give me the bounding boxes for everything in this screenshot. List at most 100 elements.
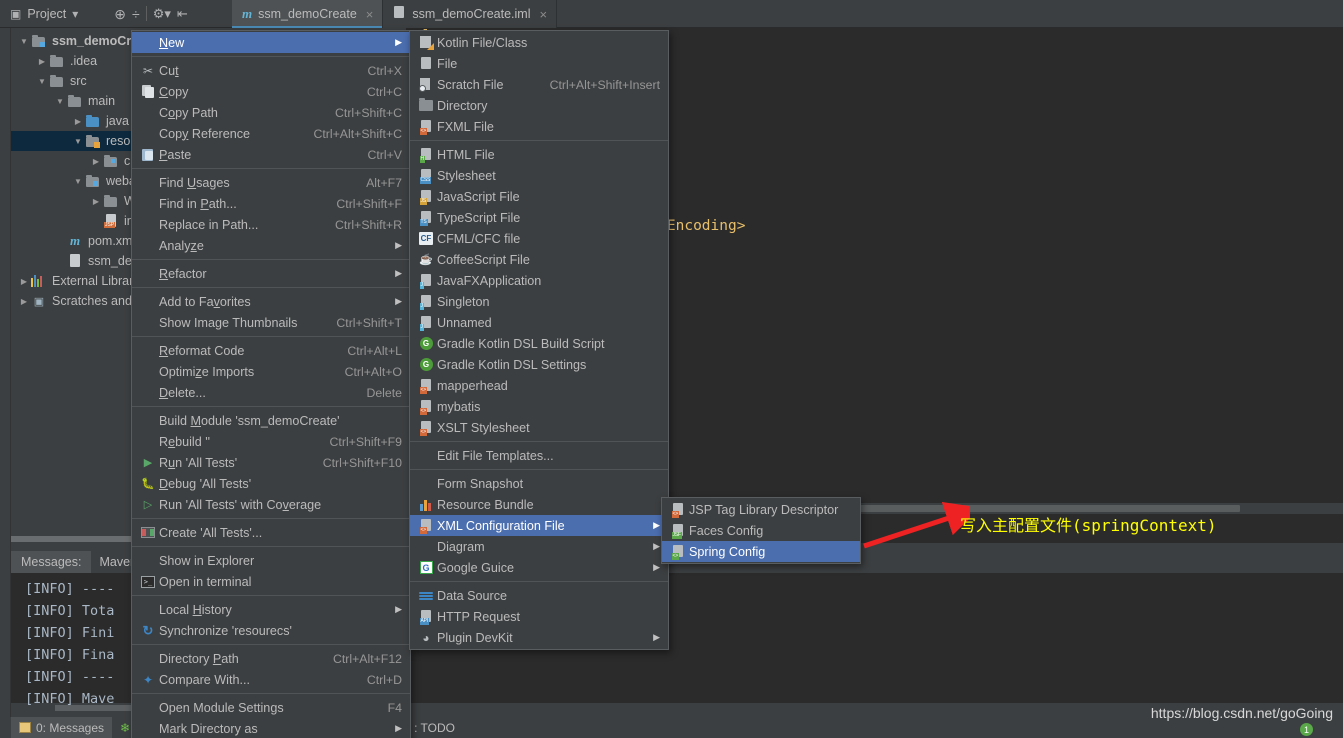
menu-item[interactable]: <> mybatis xyxy=(410,396,668,417)
crosshair-icon[interactable]: ⊕ xyxy=(114,7,126,21)
menu-item[interactable]: <> XSLT Stylesheet xyxy=(410,417,668,438)
menu-item[interactable]: Data Source xyxy=(410,585,668,606)
menu-item[interactable]: Kotlin File/Class xyxy=(410,32,668,53)
menu-item[interactable]: J Unnamed xyxy=(410,312,668,333)
chevron-down-icon[interactable]: ▼ xyxy=(71,177,85,186)
menu-item[interactable]: >_ Open in terminal xyxy=(132,571,410,592)
menu-item[interactable]: J JavaFXApplication xyxy=(410,270,668,291)
menu-item-shortcut: Ctrl+D xyxy=(366,672,402,687)
chevron-down-icon[interactable]: ▾ xyxy=(72,8,78,20)
menu-item[interactable]: ✦ Compare With... Ctrl+D xyxy=(132,669,410,690)
menu-item-no-icon xyxy=(139,35,157,51)
menu-item-no-icon xyxy=(139,385,157,401)
menu-item[interactable]: G Gradle Kotlin DSL Build Script xyxy=(410,333,668,354)
module-file-icon xyxy=(67,254,83,268)
menu-item[interactable]: <> JSP Tag Library Descriptor xyxy=(662,499,860,520)
menu-item[interactable]: Optimize Imports Ctrl+Alt+O xyxy=(132,361,410,382)
menu-item[interactable]: Create 'All Tests'... xyxy=(132,522,410,543)
close-icon[interactable]: × xyxy=(366,7,374,22)
chevron-right-icon[interactable]: ▶ xyxy=(89,197,103,206)
menu-item-shortcut: Ctrl+Shift+T xyxy=(336,315,402,330)
statusbar-todo-tab[interactable]: : TODO xyxy=(406,717,463,738)
menu-item[interactable]: Diagram ▶ xyxy=(410,536,668,557)
menu-item[interactable]: Find Usages Alt+F7 xyxy=(132,172,410,193)
menu-item[interactable]: 🐛 Debug 'All Tests' xyxy=(132,473,410,494)
menu-item[interactable]: ▶ Run 'All Tests' Ctrl+Shift+F10 xyxy=(132,452,410,473)
menu-item[interactable]: Replace in Path... Ctrl+Shift+R xyxy=(132,214,410,235)
scratches-icon: ▣ xyxy=(33,295,45,308)
menu-item[interactable]: Copy Path Ctrl+Shift+C xyxy=(132,102,410,123)
menu-item[interactable]: G Google Guice ▶ xyxy=(410,557,668,578)
chevron-down-icon[interactable]: ▼ xyxy=(35,77,49,86)
menu-item[interactable]: ◕ Plugin DevKit ▶ xyxy=(410,627,668,648)
chevron-right-icon[interactable]: ▶ xyxy=(17,277,31,286)
chevron-down-icon[interactable]: ▼ xyxy=(71,137,85,146)
menu-item[interactable]: H HTML File xyxy=(410,144,668,165)
directory-icon xyxy=(417,98,435,114)
menu-item[interactable]: TS TypeScript File xyxy=(410,207,668,228)
menu-item[interactable]: ☕ CoffeeScript File xyxy=(410,249,668,270)
chevron-right-icon[interactable]: ▶ xyxy=(35,57,49,66)
menu-item[interactable]: <> mapperhead xyxy=(410,375,668,396)
menu-item[interactable]: J Singleton xyxy=(410,291,668,312)
menu-item[interactable]: Analyze ▶ xyxy=(132,235,410,256)
menu-item[interactable]: Show in Explorer xyxy=(132,550,410,571)
menu-item[interactable]: Local History ▶ xyxy=(132,599,410,620)
menu-item[interactable]: Find in Path... Ctrl+Shift+F xyxy=(132,193,410,214)
menu-item[interactable]: Mark Directory as ▶ xyxy=(132,718,410,738)
project-toolbar-group: ▣ Project ▾ ⊕ ÷ ⚙▾ ⇤ xyxy=(0,0,232,27)
chevron-right-icon[interactable]: ▶ xyxy=(17,297,31,306)
menu-item[interactable]: API HTTP Request xyxy=(410,606,668,627)
menu-item[interactable]: New ▶ xyxy=(132,32,410,53)
menu-item[interactable]: Copy Ctrl+C xyxy=(132,81,410,102)
close-icon[interactable]: × xyxy=(539,7,547,22)
menu-item[interactable]: JS JavaScript File xyxy=(410,186,668,207)
menu-item[interactable]: Add to Favorites ▶ xyxy=(132,291,410,312)
menu-item[interactable]: JSF Faces Config xyxy=(662,520,860,541)
chevron-right-icon[interactable]: ▶ xyxy=(71,117,85,126)
menu-item[interactable]: Directory Path Ctrl+Alt+F12 xyxy=(132,648,410,669)
menu-item[interactable]: <> XML Configuration File ▶ xyxy=(410,515,668,536)
chevron-right-icon: ▶ xyxy=(653,520,660,530)
menu-item[interactable]: Rebuild '' Ctrl+Shift+F9 xyxy=(132,431,410,452)
menu-item[interactable]: Edit File Templates... xyxy=(410,445,668,466)
project-label[interactable]: Project xyxy=(27,7,66,21)
menu-item-label: Gradle Kotlin DSL Build Script xyxy=(437,336,605,351)
menu-item[interactable]: Copy Reference Ctrl+Alt+Shift+C xyxy=(132,123,410,144)
menu-item[interactable]: <> FXML File xyxy=(410,116,668,137)
compare-icon: ✦ xyxy=(142,672,154,687)
hide-panel-icon[interactable]: ⇤ xyxy=(177,7,188,20)
chevron-down-icon[interactable]: ▼ xyxy=(17,37,31,46)
menu-item[interactable]: File xyxy=(410,53,668,74)
spring-file-icon: <> xyxy=(669,544,687,560)
menu-item[interactable]: Refactor ▶ xyxy=(132,263,410,284)
menu-item[interactable]: ↻ Synchronize 'resourecs' xyxy=(132,620,410,641)
menu-item[interactable]: ✂ Cut Ctrl+X xyxy=(132,60,410,81)
menu-item[interactable]: Resource Bundle xyxy=(410,494,668,515)
file-icon xyxy=(417,56,435,72)
menu-item[interactable]: Paste Ctrl+V xyxy=(132,144,410,165)
editor-tab[interactable]: ssm_demoCreate.iml × xyxy=(383,0,558,28)
menu-item[interactable]: Build Module 'ssm_demoCreate' xyxy=(132,410,410,431)
menu-item[interactable]: CF CFML/CFC file xyxy=(410,228,668,249)
menu-item[interactable]: <> Spring Config xyxy=(662,541,860,562)
menu-item[interactable]: Form Snapshot xyxy=(410,473,668,494)
collapse-all-icon[interactable]: ÷ xyxy=(132,7,140,21)
menu-item-shortcut: F4 xyxy=(387,700,402,715)
menu-item[interactable]: Delete... Delete xyxy=(132,382,410,403)
editor-tab[interactable]: m ssm_demoCreate × xyxy=(232,0,384,28)
menu-item[interactable]: Reformat Code Ctrl+Alt+L xyxy=(132,340,410,361)
menu-item[interactable]: Open Module Settings F4 xyxy=(132,697,410,718)
menu-item[interactable]: Scratch File Ctrl+Alt+Shift+Insert xyxy=(410,74,668,95)
gear-icon[interactable]: ⚙▾ xyxy=(153,7,171,20)
menu-item[interactable]: Show Image Thumbnails Ctrl+Shift+T xyxy=(132,312,410,333)
chevron-down-icon[interactable]: ▼ xyxy=(53,97,67,106)
menu-item-no-icon xyxy=(139,126,157,142)
menu-item-label: Open in terminal xyxy=(159,574,252,589)
chevron-right-icon[interactable]: ▶ xyxy=(89,157,103,166)
menu-item[interactable]: G Gradle Kotlin DSL Settings xyxy=(410,354,668,375)
menu-item[interactable]: ▷ Run 'All Tests' with Coverage xyxy=(132,494,410,515)
menu-item[interactable]: Directory xyxy=(410,95,668,116)
menu-item[interactable]: CSS Stylesheet xyxy=(410,165,668,186)
statusbar-messages-tab[interactable]: 0: Messages xyxy=(11,717,113,738)
